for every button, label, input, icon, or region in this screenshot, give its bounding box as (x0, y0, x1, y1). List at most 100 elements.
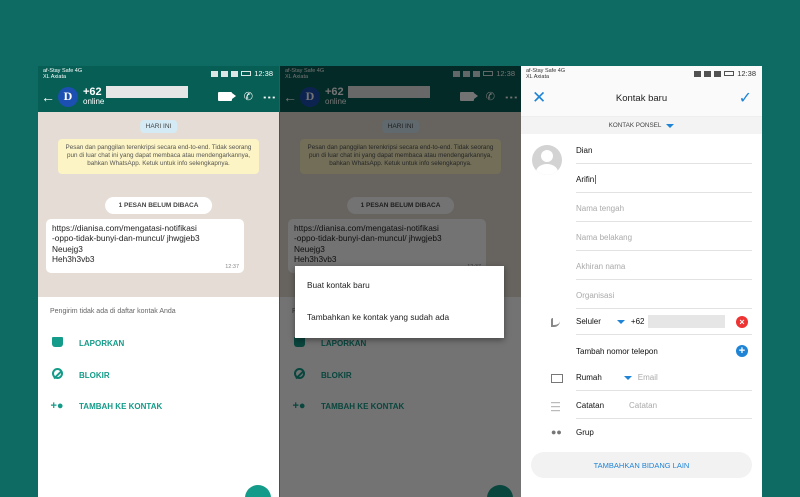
chat-area: HARI INI Pesan dan panggilan terenkripsi… (38, 112, 279, 297)
organization-field[interactable]: Organisasi (576, 283, 752, 309)
account-selector[interactable]: KONTAK PONSEL (521, 117, 762, 134)
block-label: BLOKIR (79, 370, 110, 380)
vibrate-icon (704, 70, 712, 77)
contact-form: KONTAK PONSEL Dian Arifin Nama tengah Na… (521, 117, 762, 497)
report-label: LAPORKAN (79, 339, 125, 348)
contact-editor-header: ✕ Kontak baru ✓ (521, 81, 762, 117)
date-label: HARI INI (139, 120, 178, 133)
notes-label: Catatan (576, 401, 605, 410)
report-button[interactable]: LAPORKAN (50, 337, 124, 350)
last-name-value: Arifin (576, 175, 595, 184)
unread-indicator: 1 PESAN BELUM DIBACA (104, 197, 213, 214)
notes-placeholder: Catatan (629, 401, 658, 410)
add-contact-dialog: Buat kontak baru Tambahkan ke kontak yan… (295, 266, 504, 338)
carrier-name: af-Stay Safe 4G (43, 67, 83, 74)
wifi-icon (694, 70, 702, 77)
add-phone-icon[interactable]: + (736, 345, 748, 357)
back-arrow-icon[interactable]: ← (41, 89, 55, 105)
redacted-phone-number (648, 315, 726, 328)
voice-call-icon[interactable]: ✆ (244, 90, 253, 103)
status-time: 12:38 (737, 69, 756, 78)
notes-icon: — — — (551, 397, 560, 415)
message-line: -oppo-tidak-bunyi-dan-muncul/ jhwgjeb3 (52, 233, 200, 244)
add-contact-button[interactable]: +● TAMBAH KE KONTAK (50, 400, 162, 412)
contact-info[interactable]: +62 online (83, 86, 188, 106)
more-options-icon[interactable]: ⋮ (262, 91, 277, 103)
add-contact-label: TAMBAH KE KONTAK (79, 401, 163, 411)
page-title: Kontak baru (615, 93, 668, 104)
save-check-icon[interactable]: ✓ (739, 88, 752, 108)
add-to-existing-contact-option[interactable]: Tambahkan ke kontak yang sudah ada (307, 312, 449, 322)
middle-name-field[interactable]: Nama tengah (576, 196, 752, 222)
signal-icon (231, 70, 239, 77)
suffix-field[interactable]: Akhiran nama (576, 254, 752, 280)
unknown-sender-note: Pengirim tidak ada di daftar kontak Anda (50, 308, 176, 315)
contact-status: online (83, 97, 105, 107)
status-bar: af-Stay Safe 4G XL Axiata 12:38 (521, 66, 762, 81)
group-icon: ●● (551, 427, 562, 437)
first-name-value: Dian (576, 146, 593, 155)
carrier-operator: XL Axiata (526, 73, 550, 80)
carrier-name: af-Stay Safe 4G (526, 67, 566, 74)
remove-phone-icon[interactable]: × (736, 315, 748, 328)
phone-icon (551, 318, 560, 327)
message-bubble[interactable]: https://dianisa.com/mengatasi-notifikasi… (46, 219, 244, 273)
middle-name-placeholder: Nama tengah (576, 204, 625, 213)
first-name-field[interactable]: Dian (576, 138, 752, 164)
close-icon[interactable]: ✕ (532, 89, 546, 106)
organization-placeholder: Organisasi (576, 291, 615, 300)
phone-type[interactable]: Seluler (576, 317, 601, 326)
redacted-number (105, 86, 188, 99)
thumbs-down-icon (51, 337, 63, 347)
wifi-icon (211, 70, 219, 77)
mic-button[interactable] (245, 485, 271, 497)
create-new-contact-option[interactable]: Buat kontak baru (307, 280, 370, 290)
email-icon (551, 374, 563, 383)
account-label: KONTAK PONSEL (608, 122, 662, 129)
whatsapp-chat-screen: af-Stay Safe 4G XL Axiata 12:38 ← D +62 … (38, 66, 279, 497)
group-label: Grup (576, 427, 594, 437)
avatar[interactable]: D (58, 86, 78, 107)
email-type[interactable]: Rumah (576, 373, 602, 382)
battery-icon (241, 71, 252, 76)
add-phone-label: Tambah nomor telepon (576, 346, 658, 356)
status-time: 12:38 (254, 69, 273, 78)
email-placeholder[interactable]: Email (638, 373, 658, 382)
message-time: 12:37 (225, 263, 239, 270)
contact-photo-icon[interactable] (532, 145, 562, 175)
add-field-button[interactable]: TAMBAHKAN BIDANG LAIN (531, 452, 752, 478)
last-name-field[interactable]: Arifin (576, 167, 752, 193)
phone-row: Seluler +62 × (576, 309, 752, 335)
vibrate-icon (221, 70, 229, 77)
video-call-icon[interactable] (217, 92, 236, 101)
whatsapp-add-contact-dialog-screen: af-Stay Safe 4G XL Axiata 12:38 ← D +62 … (280, 66, 521, 497)
block-button[interactable]: BLOKIR (50, 368, 110, 382)
encryption-notice[interactable]: Pesan dan panggilan terenkripsi secara e… (58, 139, 259, 174)
status-bar: af-Stay Safe 4G XL Axiata 12:38 (38, 66, 279, 81)
message-line: https://dianisa.com/mengatasi-notifikasi (52, 223, 197, 233)
dropdown-arrow-icon (666, 123, 675, 128)
message-line: Neuejg3 (52, 243, 83, 254)
family-name-placeholder: Nama belakang (576, 233, 633, 242)
phone-prefix[interactable]: +62 (631, 317, 645, 326)
add-field-label: TAMBAHKAN BIDANG LAIN (593, 460, 690, 470)
battery-icon (724, 71, 735, 76)
suffix-placeholder: Akhiran nama (576, 262, 626, 271)
new-contact-screen: af-Stay Safe 4G XL Axiata 12:38 ✕ Kontak… (521, 66, 762, 497)
add-phone-row[interactable]: Tambah nomor telepon + (576, 338, 752, 364)
unknown-sender-panel: Pengirim tidak ada di daftar kontak Anda… (38, 297, 279, 497)
email-row: Rumah Email (576, 365, 752, 391)
text-cursor (595, 175, 597, 184)
block-icon (51, 368, 63, 379)
group-row[interactable]: Grup (576, 419, 752, 445)
carrier-operator: XL Axiata (43, 73, 67, 80)
message-input[interactable] (46, 488, 238, 497)
signal-icon (714, 70, 722, 77)
message-line: Heh3h3vb3 (52, 254, 95, 265)
family-name-field[interactable]: Nama belakang (576, 225, 752, 251)
phone-type-dropdown-icon[interactable] (616, 319, 625, 324)
add-person-icon: +● (50, 400, 64, 412)
email-type-dropdown-icon[interactable] (623, 375, 632, 380)
notes-row[interactable]: Catatan Catatan (576, 393, 752, 419)
chat-header: ← D +62 online ✆ ⋮ (38, 81, 279, 112)
